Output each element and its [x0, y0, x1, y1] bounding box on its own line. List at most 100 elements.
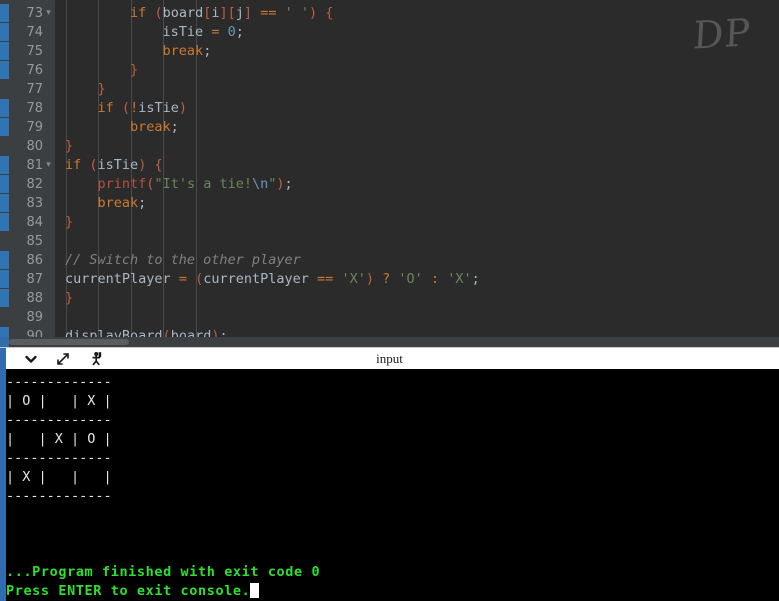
console-pane: input ------------- | O | | X | ----------…	[0, 347, 779, 601]
change-marker	[0, 251, 9, 269]
code-token: (	[195, 271, 204, 287]
change-marker	[0, 42, 9, 60]
code-token: )	[178, 100, 187, 116]
line-number[interactable]: 87	[9, 270, 55, 289]
code-token: [	[227, 5, 236, 21]
code-token: displayBoard	[65, 328, 163, 337]
code-line[interactable]: break;	[65, 194, 779, 213]
console-line: | | X | O |	[6, 431, 112, 447]
line-number-gutter[interactable]: 73▾7475767778798081▾82838485868788899091…	[9, 0, 55, 337]
code-token: isTie	[138, 100, 179, 116]
code-token: board	[162, 5, 204, 21]
console-status-line: ...Program finished with exit code 0	[6, 564, 321, 580]
line-number[interactable]: 79	[9, 118, 55, 137]
line-number[interactable]: 82	[9, 175, 55, 194]
console-title: input	[376, 350, 403, 366]
console-toolbar-accent	[0, 348, 6, 369]
code-token: (	[89, 157, 98, 173]
code-line[interactable]	[65, 232, 779, 251]
code-token: ==	[317, 271, 334, 287]
line-number[interactable]: 80	[9, 137, 55, 156]
code-token: // Switch to the other player	[65, 252, 301, 268]
console-toolbar: input	[0, 347, 779, 369]
code-token: printf	[97, 176, 147, 192]
line-number[interactable]: 89	[9, 308, 55, 327]
code-line[interactable]: }	[65, 80, 779, 99]
line-number[interactable]: 74	[9, 23, 55, 42]
line-number[interactable]: 78	[9, 99, 55, 118]
console-line: -------------	[6, 488, 112, 504]
line-number[interactable]: 85	[9, 232, 55, 251]
console-output[interactable]: ------------- | O | | X | ------------- | |…	[0, 369, 779, 601]
line-number[interactable]: 77	[9, 80, 55, 99]
code-line[interactable]: printf("It's a tie!\n");	[65, 175, 779, 194]
change-marker	[0, 289, 9, 307]
code-token: ;	[203, 43, 212, 59]
fold-toggle-icon[interactable]: ▾	[44, 4, 53, 23]
code-token: ' '	[284, 5, 309, 21]
fold-toggle-icon[interactable]: ▾	[44, 156, 53, 175]
line-number[interactable]: 76	[9, 61, 55, 80]
code-line[interactable]: break;	[65, 118, 779, 137]
code-line[interactable]: displayBoard(board);	[65, 327, 779, 337]
code-line[interactable]: if (isTie) {	[65, 156, 779, 175]
code-line[interactable]: }	[65, 213, 779, 232]
code-lines[interactable]: if (board[i][j] == ' ') { isTie = 0; bre…	[65, 4, 779, 337]
line-number[interactable]: 83	[9, 194, 55, 213]
code-token: 'X'	[341, 271, 366, 287]
console-status-line: Press ENTER to exit console.	[0, 582, 779, 601]
code-token: }	[65, 214, 74, 230]
code-token: (	[162, 328, 171, 337]
line-number[interactable]: 88	[9, 289, 55, 308]
change-marker-strip[interactable]	[0, 0, 9, 337]
code-token: ;	[219, 328, 228, 337]
code-line[interactable]	[65, 308, 779, 327]
console-output-lines: ------------- | O | | X | ------------- | |…	[0, 373, 779, 601]
expand-icon[interactable]	[50, 349, 76, 369]
code-line[interactable]: isTie = 0;	[65, 23, 779, 42]
console-line: | O | | X |	[6, 393, 112, 409]
scrollbar-accent	[0, 337, 9, 347]
line-number[interactable]: 84	[9, 213, 55, 232]
scrollbar-thumb[interactable]	[9, 339, 129, 345]
code-line[interactable]: break;	[65, 42, 779, 61]
collapse-icon[interactable]	[18, 349, 44, 369]
line-number[interactable]: 75	[9, 42, 55, 61]
code-line[interactable]: if (board[i][j] == ' ') {	[65, 4, 779, 23]
code-token: currentPlayer	[203, 271, 309, 287]
code-token: :	[430, 271, 440, 287]
code-token: 'O'	[398, 271, 423, 287]
run-icon[interactable]	[82, 349, 108, 369]
code-line[interactable]: currentPlayer = (currentPlayer == 'X') ?…	[65, 270, 779, 289]
line-number[interactable]: 73 ▾	[9, 4, 55, 23]
ide-window: 73▾7475767778798081▾82838485868788899091…	[0, 0, 779, 601]
code-token: }	[97, 81, 106, 97]
code-line[interactable]: if (!isTie)	[65, 99, 779, 118]
change-marker	[0, 194, 9, 212]
code-line[interactable]: // Switch to the other player	[65, 251, 779, 270]
code-line[interactable]: }	[65, 289, 779, 308]
line-number[interactable]: 90	[9, 327, 55, 337]
code-token: break	[97, 195, 139, 211]
code-token: ;	[138, 195, 147, 211]
line-number[interactable]: 86	[9, 251, 55, 270]
code-line[interactable]: }	[65, 137, 779, 156]
line-number[interactable]: 81 ▾	[9, 156, 55, 175]
editor-horizontal-scrollbar[interactable]	[0, 337, 779, 347]
code-surface[interactable]: if (board[i][j] == ' ') { isTie = 0; bre…	[65, 0, 779, 337]
console-accent-bar	[0, 369, 6, 601]
code-token: (	[121, 100, 131, 116]
code-token: ]	[219, 5, 228, 21]
code-line[interactable]: }	[65, 61, 779, 80]
